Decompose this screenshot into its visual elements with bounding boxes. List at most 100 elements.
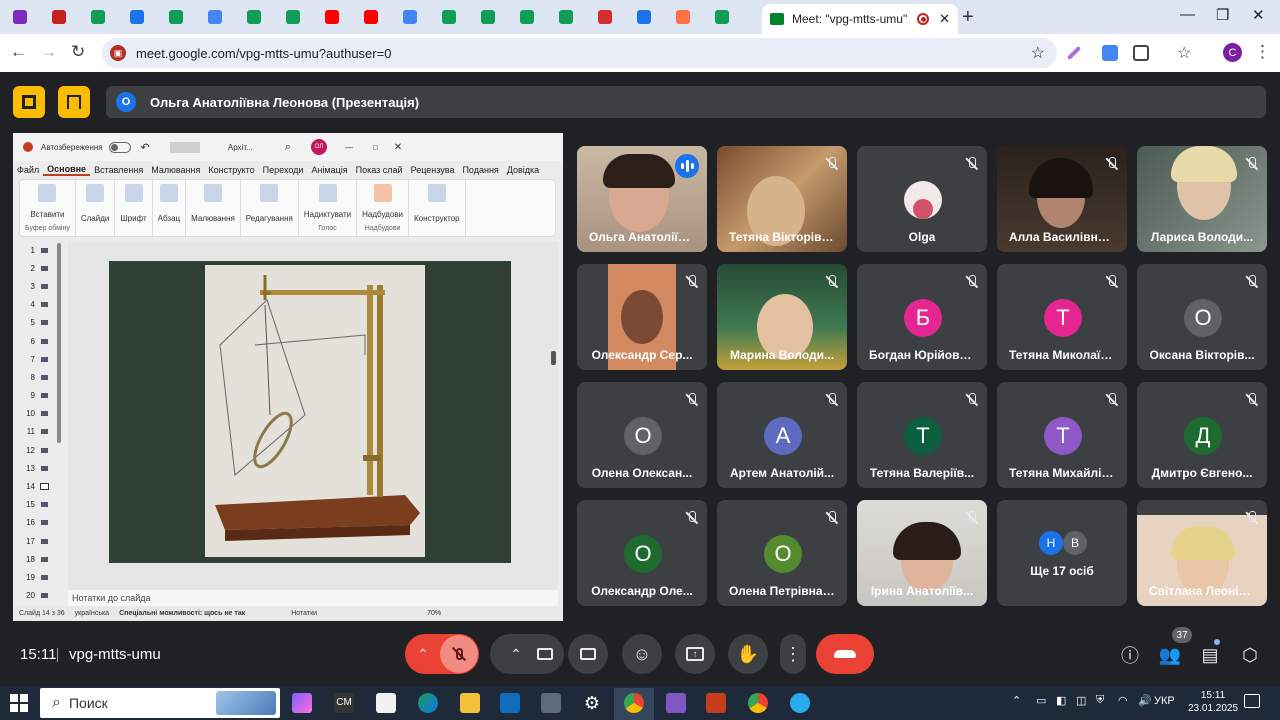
undo-icon[interactable]: ↶ — [141, 141, 150, 154]
browser-tab[interactable] — [117, 0, 156, 34]
menu-draw[interactable]: Малювання — [147, 165, 204, 175]
maximize-icon[interactable]: ❐ — [1216, 6, 1229, 24]
mic-options-chevron-icon[interactable]: ⌃ — [406, 646, 440, 663]
participant-tile[interactable]: Т Тетяна Валеріїв... — [857, 382, 987, 488]
volume-icon[interactable]: 🔊 — [1138, 694, 1152, 707]
participant-tile[interactable]: Олександр Сер... — [577, 264, 707, 370]
forward-icon[interactable]: → — [40, 42, 57, 62]
site-info-icon[interactable]: ▣ — [110, 45, 126, 61]
people-icon[interactable]: 👥 — [1159, 644, 1181, 666]
address-bar[interactable]: ▣ meet.google.com/vpg-mtts-umu?authuser=… — [102, 38, 1057, 68]
raise-hand-button[interactable]: ✋ — [728, 634, 768, 674]
slide-thumb[interactable]: 15 — [13, 496, 63, 514]
telegram-icon[interactable] — [790, 693, 810, 713]
menu-review[interactable]: Рецензува — [407, 165, 459, 175]
layout-button[interactable] — [58, 86, 90, 118]
slide-thumb[interactable]: 9 — [13, 387, 63, 405]
participant-tile[interactable]: О Оксана Вікторів... — [1137, 264, 1267, 370]
edge-icon[interactable] — [418, 693, 438, 713]
meet-tray-icon[interactable]: ◧ — [1056, 694, 1066, 707]
close-tab-icon[interactable]: ✕ — [939, 11, 950, 27]
slide-thumb[interactable]: 2 — [13, 259, 63, 277]
slide-thumb[interactable]: 5 — [13, 314, 63, 332]
minimize-icon[interactable]: — — [345, 143, 353, 152]
participant-tile[interactable]: Б Богдан Юрійови... — [857, 264, 987, 370]
powerpoint-icon[interactable] — [706, 693, 726, 713]
paragraph-button[interactable]: Абзац — [158, 214, 180, 223]
chat-icon[interactable]: ▤ — [1199, 644, 1221, 666]
menu-help[interactable]: Довідка — [503, 165, 543, 175]
participant-tile[interactable]: О Олена Петрівна ... — [717, 500, 847, 606]
profile-avatar[interactable]: C — [1223, 43, 1242, 62]
clipchamp-icon[interactable] — [666, 693, 686, 713]
slide-thumb[interactable]: 20 — [13, 587, 63, 605]
zoom-level[interactable]: 70% — [427, 610, 441, 617]
menu-insert[interactable]: Вставлення — [90, 165, 147, 175]
tray-expand-icon[interactable]: ⌃ — [1012, 694, 1021, 707]
slide-thumb[interactable]: 17 — [13, 532, 63, 550]
slide-thumb[interactable]: 19 — [13, 568, 63, 586]
participant-tile[interactable]: Olga — [857, 146, 987, 252]
browser-tab[interactable] — [312, 0, 351, 34]
search-icon[interactable]: ⌕ — [285, 141, 291, 154]
menu-animation[interactable]: Анімація — [307, 165, 351, 175]
chrome-icon[interactable] — [624, 693, 644, 713]
browser-tab[interactable] — [702, 0, 741, 34]
captions-button[interactable] — [568, 634, 608, 674]
calculator-icon[interactable] — [541, 693, 561, 713]
language-status[interactable]: українська — [75, 610, 109, 617]
present-button[interactable]: ↑ — [675, 634, 715, 674]
close-icon[interactable]: ✕ — [394, 142, 402, 153]
minimize-icon[interactable]: — — [1180, 6, 1195, 23]
menu-transitions[interactable]: Переходи — [259, 165, 308, 175]
new-tab-button[interactable]: + — [962, 6, 974, 29]
browser-tab[interactable] — [195, 0, 234, 34]
browser-tab[interactable] — [507, 0, 546, 34]
bookmarks-icon[interactable]: ☆ — [1177, 43, 1193, 62]
slide-thumb[interactable]: 11 — [13, 423, 63, 441]
translate-extension-icon[interactable] — [1102, 45, 1118, 61]
browser-tab[interactable] — [273, 0, 312, 34]
close-window-icon[interactable]: ✕ — [1252, 6, 1265, 24]
participant-tile[interactable]: А Артем Анатолій... — [717, 382, 847, 488]
accessibility-status[interactable]: Спеціальні можливості: щось не так — [119, 610, 245, 617]
editing-button[interactable]: Редагування — [246, 214, 293, 223]
slide-thumb[interactable]: 3 — [13, 277, 63, 295]
browser-tab[interactable] — [39, 0, 78, 34]
notes-pane[interactable]: Нотатки до слайда — [68, 590, 558, 606]
settings-gear-icon[interactable]: ⚙ — [582, 693, 602, 713]
file-explorer-icon[interactable] — [460, 693, 480, 713]
participant-tile[interactable]: О Олександр Оле... — [577, 500, 707, 606]
browser-tab[interactable] — [624, 0, 663, 34]
slide-thumb-active[interactable]: 14 — [13, 477, 63, 495]
browser-tab[interactable] — [429, 0, 468, 34]
autosave-toggle[interactable] — [108, 141, 131, 153]
taskbar-search[interactable]: ⌕ Поиск — [40, 688, 280, 718]
leave-call-button[interactable] — [816, 634, 874, 674]
cm-app-icon[interactable]: CM — [334, 693, 354, 713]
language-indicator[interactable]: УКР — [1154, 695, 1175, 707]
outlook-icon[interactable] — [500, 693, 520, 713]
info-icon[interactable]: ⓘ — [1119, 644, 1141, 666]
extensions-icon[interactable] — [1133, 45, 1149, 61]
more-participants-tile[interactable]: Н В Ще 17 осіб — [997, 500, 1127, 606]
slide-thumb[interactable]: 18 — [13, 550, 63, 568]
font-box[interactable] — [169, 141, 200, 153]
menu-dots-icon[interactable]: ⋮ — [1254, 42, 1271, 62]
copilot-icon[interactable] — [292, 693, 312, 713]
browser-tab[interactable] — [663, 0, 702, 34]
browser-tab[interactable] — [0, 0, 39, 34]
chrome-profile-icon[interactable] — [748, 693, 768, 713]
paste-button[interactable]: Вставити — [30, 210, 64, 219]
current-slide[interactable] — [109, 261, 511, 563]
reload-icon[interactable]: ↻ — [71, 42, 85, 62]
battery-icon[interactable]: ▭ — [1036, 694, 1046, 707]
mic-off-icon[interactable] — [440, 635, 478, 673]
participant-tile[interactable]: Ольга Анатоліїв... — [577, 146, 707, 252]
slide-thumb[interactable]: 8 — [13, 368, 63, 386]
store-icon[interactable] — [376, 693, 396, 713]
slide-scrollbar[interactable] — [551, 351, 556, 365]
browser-tab[interactable] — [156, 0, 195, 34]
security-icon[interactable]: ⛨ — [1096, 694, 1104, 707]
browser-tab[interactable] — [585, 0, 624, 34]
